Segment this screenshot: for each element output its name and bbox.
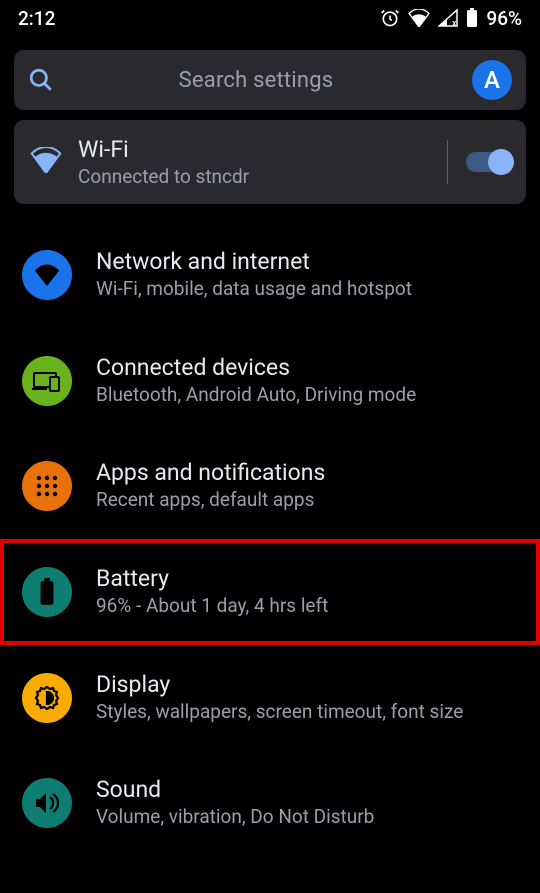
divider	[447, 140, 448, 184]
battery-percentage: 96%	[486, 7, 522, 30]
clock: 2:12	[18, 7, 380, 30]
row-title: Battery	[96, 565, 518, 592]
wifi-icon	[30, 147, 64, 177]
status-icons: x 96%	[380, 7, 522, 30]
wifi-card-text: Wi-Fi Connected to stncdr	[78, 136, 429, 188]
status-bar: 2:12 x 96%	[0, 0, 540, 36]
row-subtitle: Styles, wallpapers, screen timeout, font…	[96, 700, 518, 725]
search-placeholder: Search settings	[64, 68, 472, 93]
apps-icon	[22, 461, 72, 511]
alarm-icon	[380, 8, 400, 28]
row-title: Display	[96, 671, 518, 698]
avatar[interactable]: A	[472, 60, 512, 100]
row-title: Apps and notifications	[96, 459, 518, 486]
battery-icon	[22, 567, 72, 617]
row-display[interactable]: Display Styles, wallpapers, screen timeo…	[0, 645, 540, 751]
wifi-quick-card[interactable]: Wi-Fi Connected to stncdr	[14, 120, 526, 204]
signal-icon: x	[438, 9, 458, 27]
wifi-toggle[interactable]	[466, 152, 510, 172]
row-battery[interactable]: Battery 96% - About 1 day, 4 hrs left	[0, 539, 540, 645]
row-sound[interactable]: Sound Volume, vibration, Do Not Disturb	[0, 750, 540, 856]
search-bar[interactable]: Search settings A	[14, 50, 526, 110]
row-connected-devices[interactable]: Connected devices Bluetooth, Android Aut…	[0, 328, 540, 434]
row-title: Network and internet	[96, 248, 518, 275]
battery-status-icon	[466, 8, 478, 28]
row-subtitle: 96% - About 1 day, 4 hrs left	[96, 594, 518, 619]
svg-text:x: x	[452, 19, 457, 27]
wifi-status-icon	[408, 9, 430, 27]
devices-icon	[22, 356, 72, 406]
settings-list: Network and internet Wi-Fi, mobile, data…	[0, 222, 540, 856]
row-title: Sound	[96, 776, 518, 803]
row-title: Connected devices	[96, 354, 518, 381]
sound-icon	[22, 778, 72, 828]
row-subtitle: Wi-Fi, mobile, data usage and hotspot	[96, 277, 518, 302]
row-apps[interactable]: Apps and notifications Recent apps, defa…	[0, 433, 540, 539]
row-network[interactable]: Network and internet Wi-Fi, mobile, data…	[0, 222, 540, 328]
wifi-card-title: Wi-Fi	[78, 136, 429, 163]
wifi-icon	[22, 250, 72, 300]
row-subtitle: Recent apps, default apps	[96, 488, 518, 513]
search-icon	[28, 67, 54, 93]
row-subtitle: Bluetooth, Android Auto, Driving mode	[96, 383, 518, 408]
display-icon	[22, 673, 72, 723]
wifi-card-subtitle: Connected to stncdr	[78, 165, 429, 188]
row-subtitle: Volume, vibration, Do Not Disturb	[96, 805, 518, 830]
